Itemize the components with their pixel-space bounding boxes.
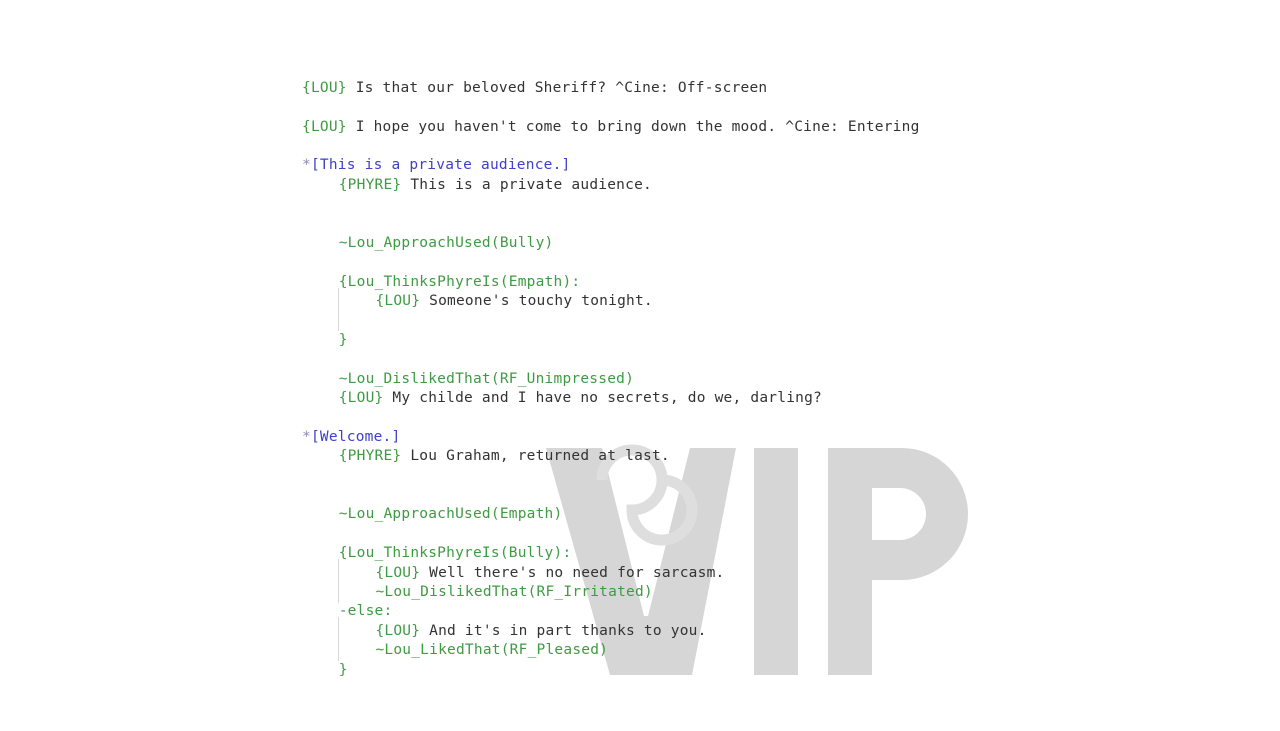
token-choice: [This is a private audience.]: [310, 157, 571, 173]
script-line-function[interactable]: ~Lou_LikedThat(RF_Pleased): [375, 641, 608, 661]
script-line-dialogue[interactable]: {LOU} I hope you haven't come to bring d…: [302, 118, 920, 138]
token-speaker: {LOU}: [375, 565, 421, 581]
token-speaker: {LOU}: [375, 623, 421, 639]
script-line-condition-open[interactable]: {Lou_ThinksPhyreIs(Empath):: [339, 273, 581, 293]
script-body: {LOU} Is that our beloved Sheriff? ^Cine…: [0, 0, 1280, 731]
script-line-condition-open[interactable]: {Lou_ThinksPhyreIs(Bully):: [339, 544, 572, 564]
script-line-else[interactable]: -else:: [339, 602, 393, 622]
token-speaker: {LOU}: [375, 293, 421, 309]
token-choice: [Welcome.]: [310, 429, 401, 445]
token-text: My childe and I have no secrets, do we, …: [383, 390, 823, 406]
token-text: This is a private audience.: [401, 177, 652, 193]
token-fn: ~Lou_DislikedThat(RF_Irritated): [375, 584, 653, 600]
token-speaker: {PHYRE}: [338, 448, 402, 464]
script-line-dialogue[interactable]: {LOU} And it's in part thanks to you.: [375, 622, 706, 642]
token-else: -else:: [338, 603, 393, 619]
token-text: And it's in part thanks to you.: [420, 623, 707, 639]
token-cond: {Lou_ThinksPhyreIs(Bully):: [338, 545, 572, 561]
token-text: Lou Graham, returned at last.: [401, 448, 670, 464]
script-line-function[interactable]: ~Lou_DislikedThat(RF_Irritated): [375, 583, 652, 603]
token-speaker: {LOU}: [302, 119, 347, 135]
script-line-dialogue[interactable]: {LOU} My childe and I have no secrets, d…: [339, 389, 822, 409]
indent-guide: [338, 617, 339, 661]
token-fn: ~Lou_ApproachUsed(Bully): [338, 235, 554, 251]
script-line-function[interactable]: ~Lou_ApproachUsed(Bully): [339, 234, 554, 254]
script-line-condition-close[interactable]: }: [339, 661, 348, 681]
indent-guide: [338, 559, 339, 603]
script-line-function[interactable]: ~Lou_DislikedThat(RF_Unimpressed): [339, 370, 634, 390]
script-line-dialogue[interactable]: {PHYRE} Lou Graham, returned at last.: [339, 447, 670, 467]
script-line-function[interactable]: ~Lou_ApproachUsed(Empath): [339, 505, 563, 525]
token-cond: {Lou_ThinksPhyreIs(Empath):: [338, 274, 581, 290]
token-text: Someone's touchy tonight.: [420, 293, 653, 309]
token-fn: ~Lou_LikedThat(RF_Pleased): [375, 642, 609, 658]
token-speaker: {LOU}: [338, 390, 384, 406]
script-line-dialogue[interactable]: {LOU} Is that our beloved Sheriff? ^Cine…: [302, 79, 767, 99]
token-brace: }: [338, 332, 348, 348]
script-line-dialogue[interactable]: {LOU} Well there's no need for sarcasm.: [375, 564, 724, 584]
token-text: Well there's no need for sarcasm.: [420, 565, 725, 581]
script-line-dialogue[interactable]: {LOU} Someone's touchy tonight.: [375, 292, 652, 312]
indent-guide: [338, 288, 339, 331]
token-text: Is that our beloved Sheriff? ^Cine: Off-…: [346, 80, 768, 96]
token-fn: ~Lou_DislikedThat(RF_Unimpressed): [338, 371, 635, 387]
script-line-dialogue[interactable]: {PHYRE} This is a private audience.: [339, 176, 652, 196]
token-brace: }: [338, 662, 348, 678]
script-line-choice[interactable]: *[Welcome.]: [302, 428, 400, 448]
token-fn: ~Lou_ApproachUsed(Empath): [338, 506, 563, 522]
token-text: I hope you haven't come to bring down th…: [346, 119, 920, 135]
token-star: *: [302, 429, 311, 445]
token-speaker: {LOU}: [302, 80, 347, 96]
script-line-choice[interactable]: *[This is a private audience.]: [302, 156, 571, 176]
token-star: *: [302, 157, 311, 173]
token-speaker: {PHYRE}: [338, 177, 402, 193]
script-line-condition-close[interactable]: }: [339, 331, 348, 351]
